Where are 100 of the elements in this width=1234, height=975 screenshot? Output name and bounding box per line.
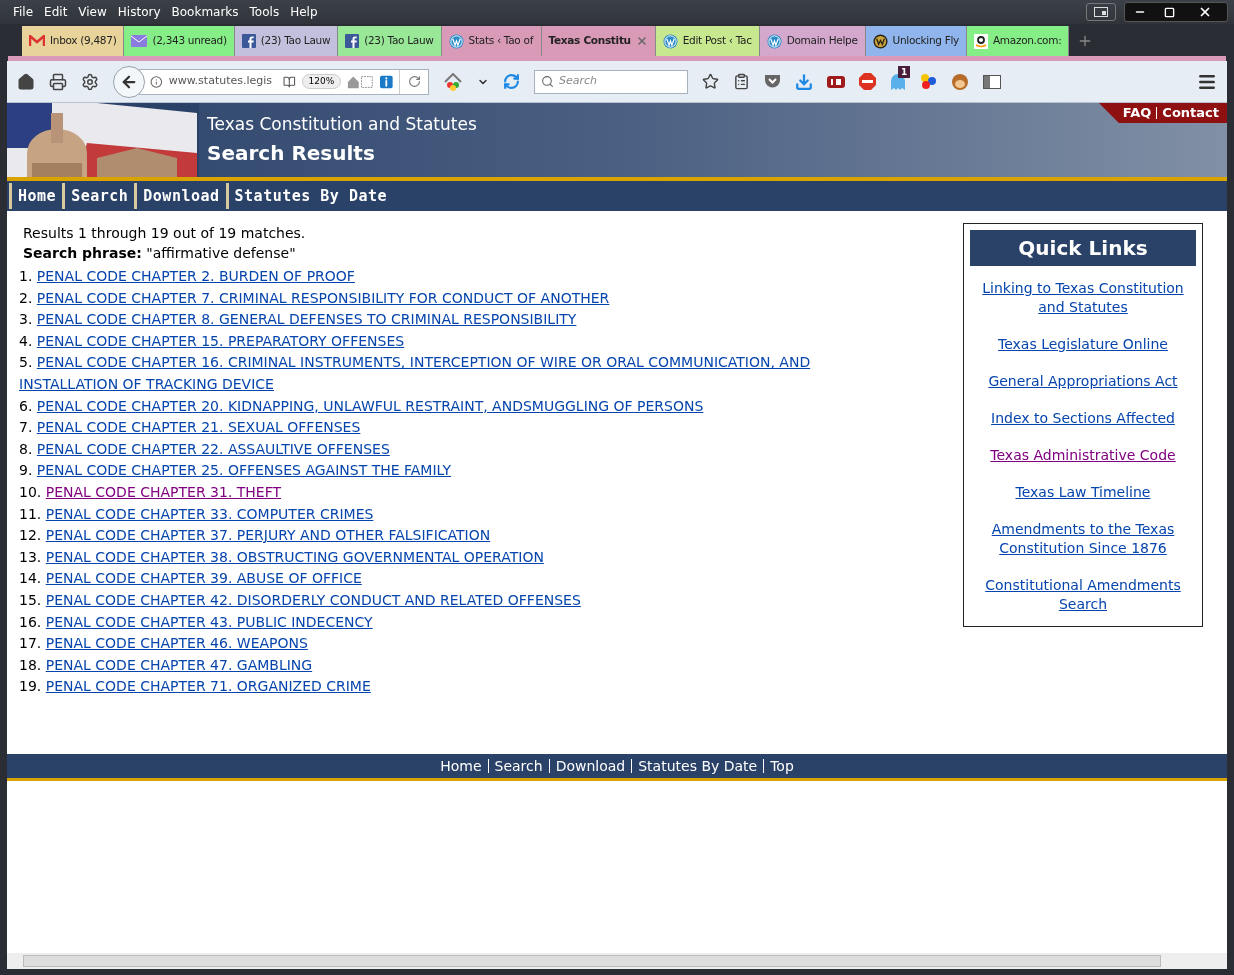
- menu-item[interactable]: History: [112, 3, 166, 21]
- browser-tab[interactable]: Domain Helpe: [759, 26, 866, 56]
- result-number: 15.: [19, 591, 42, 608]
- bookmark-star-icon[interactable]: [702, 73, 719, 90]
- quick-link[interactable]: Texas Legislature Online: [977, 335, 1189, 354]
- header-link[interactable]: Contact: [1162, 103, 1219, 123]
- result-number: 10.: [19, 483, 42, 500]
- result-link[interactable]: PENAL CODE CHAPTER 7. CRIMINAL RESPONSIBILITY FOR CONDUCT OF ANOTHER: [36, 289, 610, 306]
- quick-link[interactable]: Constitutional Amendments Search: [977, 576, 1189, 614]
- reader-icon[interactable]: [282, 74, 296, 89]
- result-number: 17.: [19, 635, 42, 652]
- w-circle-icon: [766, 33, 782, 49]
- nav-link[interactable]: Home: [9, 183, 63, 209]
- quick-link[interactable]: Texas Administrative Code: [977, 446, 1189, 465]
- menu-item[interactable]: Tools: [244, 3, 285, 21]
- result-link[interactable]: PENAL CODE CHAPTER 22. ASSAULTIVE OFFENSES: [36, 440, 390, 457]
- search-phrase: "affirmative defense": [146, 245, 296, 261]
- footer-link[interactable]: Statutes By Date: [638, 755, 758, 777]
- monkey-icon[interactable]: [951, 73, 969, 90]
- quick-link[interactable]: Index to Sections Affected: [977, 409, 1189, 428]
- site-subtitle: Texas Constitution and Statutes: [207, 113, 477, 137]
- pocket-icon[interactable]: [764, 74, 781, 89]
- search-field[interactable]: Search: [534, 69, 688, 94]
- menu-item[interactable]: Bookmarks: [166, 3, 244, 21]
- tab-list-button[interactable]: [1086, 3, 1116, 21]
- info-badge-icon[interactable]: [380, 74, 394, 89]
- sync-icon[interactable]: [503, 73, 520, 90]
- result-link[interactable]: PENAL CODE CHAPTER 2. BURDEN OF PROOF: [36, 268, 355, 284]
- print-icon[interactable]: [49, 72, 67, 91]
- maximize-icon: [1163, 6, 1175, 18]
- result-link[interactable]: PENAL CODE CHAPTER 46. WEAPONS: [45, 635, 308, 652]
- result-link[interactable]: PENAL CODE CHAPTER 16. CRIMINAL INSTRUMENTS, INTERCEPTION OF WIRE OR ORAL COMMUNICATION, AND: [36, 354, 811, 371]
- quick-link[interactable]: Linking to Texas Constitution and Statutes: [977, 279, 1189, 317]
- result-link[interactable]: PENAL CODE CHAPTER 39. ABUSE OF OFFICE: [45, 570, 362, 587]
- nav-link[interactable]: Statutes By Date: [225, 183, 394, 209]
- browser-tab[interactable]: Stats ‹ Tao of: [441, 26, 542, 56]
- zoom-level[interactable]: 120%: [301, 73, 342, 90]
- tab-title: Edit Post ‹ Tac: [682, 33, 752, 49]
- result-link[interactable]: INSTALLATION OF TRACKING DEVICE: [19, 375, 274, 392]
- tab-title: Amazon.com:: [992, 33, 1062, 49]
- colorful-house-icon[interactable]: [443, 72, 463, 91]
- result-link[interactable]: PENAL CODE CHAPTER 20. KIDNAPPING, UNLAWFUL RESTRAINT, ANDSMUGGLING OF PERSONS: [36, 397, 704, 414]
- menu-item[interactable]: Edit: [39, 3, 73, 21]
- result-link[interactable]: PENAL CODE CHAPTER 15. PREPARATORY OFFENSES: [36, 332, 405, 349]
- result-link[interactable]: PENAL CODE CHAPTER 33. COMPUTER CRIMES: [45, 505, 374, 522]
- menu-item[interactable]: Help: [285, 3, 323, 21]
- browser-tab[interactable]: (23) Tao Lauw: [338, 26, 442, 56]
- search-placeholder: Search: [559, 73, 598, 90]
- horizontal-scrollbar[interactable]: [7, 953, 1227, 969]
- browser-tab[interactable]: (2,343 unread): [124, 26, 235, 56]
- browser-tab[interactable]: Texas Constitu: [541, 26, 656, 56]
- footer-link[interactable]: Download: [555, 755, 626, 777]
- menu-item[interactable]: File: [8, 3, 39, 21]
- quick-link[interactable]: Amendments to the Texas Constitution Since 1876: [977, 520, 1189, 558]
- browser-tab[interactable]: Amazon.com:: [966, 26, 1070, 56]
- sidebar-icon[interactable]: [983, 74, 1001, 89]
- settings-icon[interactable]: [81, 72, 99, 91]
- result-link[interactable]: PENAL CODE CHAPTER 37. PERJURY AND OTHER FALSIFICATION: [45, 527, 491, 544]
- result-link[interactable]: PENAL CODE CHAPTER 71. ORGANIZED CRIME: [45, 678, 371, 695]
- footer-link[interactable]: Search: [494, 755, 543, 777]
- result-link[interactable]: PENAL CODE CHAPTER 8. GENERAL DEFENSES TO CRIMINAL RESPONSIBILITY: [36, 311, 577, 328]
- envelope-icon: [131, 35, 148, 47]
- result-link[interactable]: PENAL CODE CHAPTER 21. SEXUAL OFFENSES: [36, 419, 361, 436]
- browser-tab[interactable]: Unlocking Fly: [865, 26, 967, 56]
- ghost-icon[interactable]: [890, 73, 906, 90]
- nav-link[interactable]: Download: [134, 183, 226, 209]
- colored-dots-icon[interactable]: [920, 73, 937, 90]
- home-icon[interactable]: [17, 72, 35, 91]
- result-link[interactable]: PENAL CODE CHAPTER 25. OFFENSES AGAINST THE FAMILY: [36, 462, 452, 479]
- result-number: 12.: [19, 527, 42, 544]
- footer-link[interactable]: Top: [770, 755, 794, 777]
- stop-sign-icon[interactable]: [859, 73, 876, 90]
- footer-link[interactable]: Home: [440, 755, 482, 777]
- tab-title: (23) Tao Lauw: [364, 33, 434, 49]
- reload-icon[interactable]: [407, 75, 421, 88]
- tab-title: Domain Helpe: [786, 33, 858, 49]
- browser-tab[interactable]: Inbox (9,487): [22, 26, 125, 56]
- grid-icon[interactable]: [347, 74, 375, 89]
- result-link[interactable]: PENAL CODE CHAPTER 42. DISORDERLY CONDUCT AND RELATED OFFENSES: [45, 591, 581, 608]
- menu-item[interactable]: View: [73, 3, 112, 21]
- header-link[interactable]: FAQ: [1122, 103, 1152, 123]
- result-number: 18.: [19, 656, 42, 673]
- url-field[interactable]: www.statutes.legis 120%: [139, 68, 429, 95]
- result-number: 4.: [19, 332, 33, 349]
- f-square-icon: [241, 34, 256, 48]
- result-link[interactable]: PENAL CODE CHAPTER 31. THEFT: [45, 483, 282, 500]
- back-button[interactable]: [113, 65, 145, 98]
- quick-link[interactable]: General Appropriations Act: [977, 372, 1189, 391]
- nav-link[interactable]: Search: [62, 183, 135, 209]
- result-number: 1.: [19, 268, 33, 284]
- quick-link[interactable]: Texas Law Timeline: [977, 483, 1189, 502]
- clipboard-icon[interactable]: [733, 73, 750, 90]
- result-link[interactable]: PENAL CODE CHAPTER 43. PUBLIC INDECENCY: [45, 613, 373, 630]
- browser-tab[interactable]: Edit Post ‹ Tac: [655, 26, 760, 56]
- close-tab-icon[interactable]: [635, 35, 648, 47]
- hd-icon[interactable]: [827, 75, 845, 88]
- result-link[interactable]: PENAL CODE CHAPTER 47. GAMBLING: [45, 656, 313, 673]
- download-icon[interactable]: [795, 72, 813, 91]
- result-link[interactable]: PENAL CODE CHAPTER 38. OBSTRUCTING GOVERNMENTAL OPERATION: [45, 548, 544, 565]
- browser-tab[interactable]: (23) Tao Lauw: [234, 26, 339, 56]
